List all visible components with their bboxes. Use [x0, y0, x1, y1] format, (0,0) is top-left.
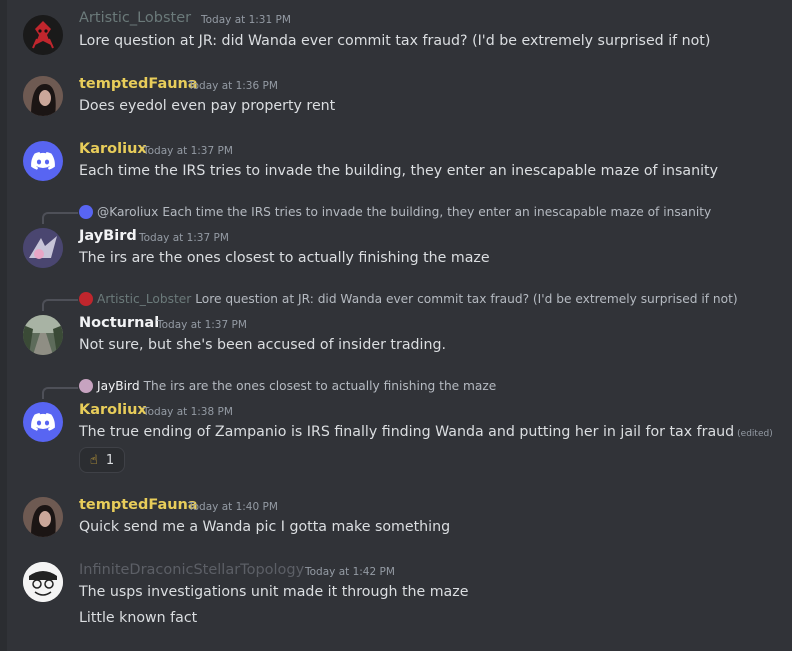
user-photo-icon — [23, 497, 63, 537]
reply-preview[interactable]: @Karoliux Each time the IRS tries to inv… — [79, 205, 711, 219]
reply-spine — [42, 387, 78, 399]
message-text: The usps investigations unit made it thr… — [79, 584, 469, 600]
message-body: The true ending of Zampanio is IRS final… — [79, 424, 735, 440]
avatar[interactable] — [23, 402, 63, 442]
message-text: Does eyedol even pay property rent — [79, 98, 336, 114]
message-text: The true ending of Zampanio is IRS final… — [79, 424, 773, 440]
avatar[interactable] — [23, 562, 63, 602]
avatar[interactable] — [23, 76, 63, 116]
reply-preview[interactable]: JayBird The irs are the ones closest to … — [79, 379, 496, 393]
reply-text: The irs are the ones closest to actually… — [143, 379, 497, 393]
author-name[interactable]: temptedFauna — [79, 76, 198, 92]
lobster-icon — [79, 292, 93, 306]
reaction-button[interactable]: ☝ 1 — [79, 447, 125, 473]
reply-author[interactable]: JayBird — [97, 379, 140, 393]
discord-icon — [31, 413, 55, 431]
lobster-icon — [23, 15, 63, 55]
forest-path-icon — [23, 315, 63, 355]
reply-text: Lore question at JR: did Wanda ever comm… — [195, 292, 738, 306]
message-text: The irs are the ones closest to actually… — [79, 250, 490, 266]
timestamp: Today at 1:37 PM — [157, 319, 247, 331]
reply-spine — [42, 212, 78, 224]
avatar[interactable] — [23, 141, 63, 181]
timestamp: Today at 1:40 PM — [188, 501, 278, 513]
message-text: Little known fact — [79, 610, 198, 626]
timestamp: Today at 1:42 PM — [305, 566, 395, 578]
channel-divider — [0, 0, 7, 651]
discord-icon — [79, 205, 93, 219]
message-text: Not sure, but she's been accused of insi… — [79, 337, 446, 353]
user-art-icon — [79, 379, 93, 393]
cartoon-face-icon — [23, 562, 63, 602]
timestamp: Today at 1:37 PM — [143, 145, 233, 157]
message-text: Lore question at JR: did Wanda ever comm… — [79, 33, 711, 49]
timestamp: Today at 1:36 PM — [188, 80, 278, 92]
edited-label: (edited) — [737, 429, 773, 439]
timestamp: Today at 1:37 PM — [139, 232, 229, 244]
reply-preview[interactable]: Artistic_Lobster Lore question at JR: di… — [79, 292, 738, 306]
message-text: Each time the IRS tries to invade the bu… — [79, 163, 718, 179]
author-name[interactable]: Karoliux — [79, 402, 147, 418]
avatar[interactable] — [23, 315, 63, 355]
user-photo-icon — [23, 76, 63, 116]
author-name[interactable]: Artistic_Lobster — [79, 10, 191, 26]
reaction-count: 1 — [105, 452, 115, 468]
author-name[interactable]: temptedFauna — [79, 497, 198, 513]
avatar[interactable] — [23, 497, 63, 537]
reply-text: Each time the IRS tries to invade the bu… — [162, 205, 712, 219]
avatar[interactable] — [23, 15, 63, 55]
author-name[interactable]: Nocturnal — [79, 315, 159, 331]
discord-icon — [31, 152, 55, 170]
point-up-emoji: ☝ — [89, 452, 98, 468]
author-name[interactable]: InfiniteDraconicStellarTopology — [79, 562, 304, 578]
reply-author[interactable]: Artistic_Lobster — [97, 292, 191, 306]
message-text: Quick send me a Wanda pic I gotta make s… — [79, 519, 451, 535]
reply-author[interactable]: @Karoliux — [97, 205, 158, 219]
timestamp: Today at 1:38 PM — [143, 406, 233, 418]
user-art-icon — [23, 228, 63, 268]
author-name[interactable]: Karoliux — [79, 141, 147, 157]
author-name[interactable]: JayBird — [79, 228, 137, 244]
timestamp: Today at 1:31 PM — [201, 14, 291, 26]
reply-spine — [42, 299, 78, 311]
avatar[interactable] — [23, 228, 63, 268]
